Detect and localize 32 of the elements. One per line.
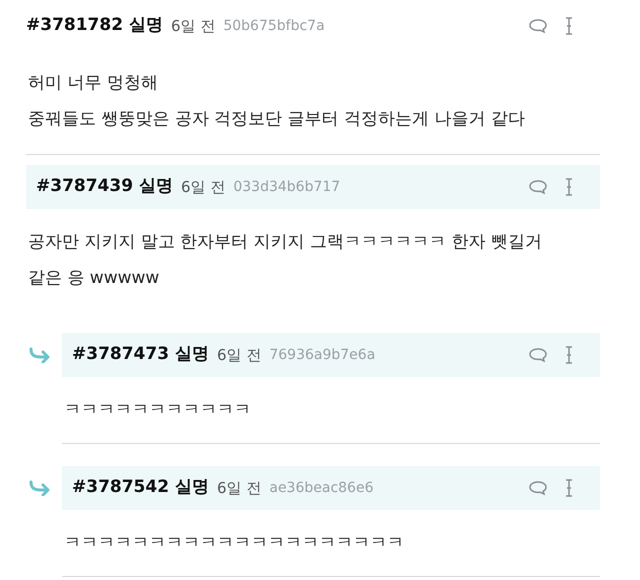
speech-bubble-icon[interactable]	[528, 347, 548, 363]
comment-text: 중꿔들도 쌩뚱맞은 공자 걱정보단 글부터 걱정하는게 나을거 같다	[28, 108, 526, 131]
comment-text: ㅋㅋㅋㅋㅋㅋㅋㅋㅋㅋㅋ	[64, 399, 252, 422]
comment-text: 허미 너무 멍청해	[28, 72, 159, 95]
comment-hash: 76936a9b7e6a	[269, 346, 376, 364]
author-name: 실명	[175, 476, 210, 500]
comment-text: 공자만 지키지 말고 한자부터 지키지 그랙ㅋㅋㅋㅋㅋㅋ 한자 뺏길거	[28, 231, 543, 254]
comment-time: 6일 전	[217, 478, 262, 499]
comment-time: 6일 전	[171, 16, 216, 37]
reply-arrow-icon	[28, 347, 50, 363]
comment-number: #3787542	[72, 476, 170, 500]
comment-hash: 033d34b6b717	[233, 178, 340, 196]
author-name: 실명	[139, 175, 174, 198]
comment-number: #3787439	[36, 175, 134, 198]
text-cursor-icon[interactable]	[564, 177, 574, 197]
comment-number: #3781782	[26, 14, 124, 38]
comment-time: 6일 전	[217, 344, 262, 366]
text-cursor-icon[interactable]	[564, 478, 574, 498]
speech-bubble-icon[interactable]	[528, 480, 548, 496]
speech-bubble-icon[interactable]	[528, 179, 548, 195]
text-cursor-icon[interactable]	[564, 16, 574, 36]
comment-time: 6일 전	[181, 176, 226, 198]
comment-hash: 50b675bfbc7a	[223, 16, 325, 36]
text-cursor-icon[interactable]	[564, 345, 574, 365]
reply-arrow-icon	[28, 480, 50, 496]
comment-text: 같은 응 wwwww	[28, 267, 160, 290]
speech-bubble-icon[interactable]	[528, 18, 548, 34]
comment-number: #3787473	[72, 343, 170, 366]
author-name: 실명	[129, 14, 164, 38]
comment-hash: ae36beac86e6	[269, 478, 374, 498]
author-name: 실명	[175, 343, 210, 366]
comment-text: ㅋㅋㅋㅋㅋㅋㅋㅋㅋㅋㅋㅋㅋㅋㅋㅋㅋㅋㅋㅋ	[64, 532, 405, 555]
